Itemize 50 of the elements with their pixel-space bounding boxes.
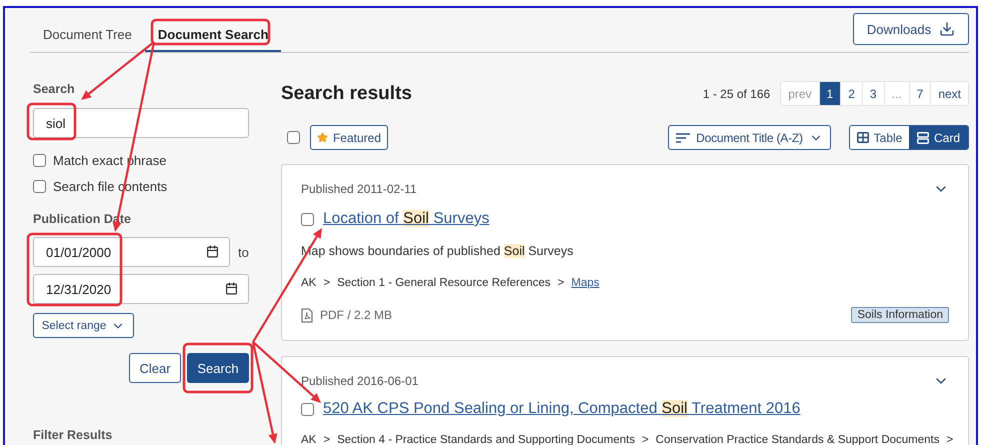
- breadcrumb-separator: >: [642, 433, 649, 445]
- star-icon: [317, 131, 328, 144]
- downloads-button[interactable]: Downloads: [853, 13, 969, 45]
- search-label: Search: [33, 81, 76, 97]
- view-toggle[interactable]: Card: [909, 126, 968, 149]
- checkbox[interactable]: [287, 131, 300, 144]
- highlight-frame: [26, 102, 76, 140]
- tab[interactable]: Document Search: [144, 19, 282, 52]
- download-icon: [939, 21, 956, 37]
- highlight-frame: [182, 342, 254, 394]
- breadcrumb-item: AK: [301, 433, 316, 445]
- sort-icon: [676, 132, 690, 142]
- published-date: Published 2016-06-01: [301, 374, 418, 388]
- breadcrumb-item: AK: [301, 276, 316, 291]
- calendar-icon: [225, 282, 238, 295]
- published-date: Published 2011-02-11: [301, 182, 417, 196]
- card-icon: [916, 132, 929, 144]
- sort-dropdown[interactable]: Document Title (A-Z): [668, 125, 831, 150]
- search-field[interactable]: siol: [33, 108, 249, 138]
- search-button[interactable]: Search: [187, 353, 249, 383]
- checkbox[interactable]: [33, 180, 46, 192]
- to-label: to: [238, 244, 249, 260]
- breadcrumb-separator: >: [323, 276, 330, 291]
- pdf-file-icon: [301, 308, 313, 322]
- select-range-dropdown[interactable]: Select range: [33, 313, 134, 338]
- results-heading: Search results: [281, 82, 412, 104]
- page-button[interactable]: 1: [818, 82, 840, 105]
- breadcrumb-separator: >: [323, 433, 330, 445]
- result-title-link[interactable]: Location of Soil Surveys: [323, 210, 490, 228]
- checkbox[interactable]: [301, 402, 314, 416]
- checkbox[interactable]: [33, 154, 46, 166]
- featured-button[interactable]: Featured: [310, 125, 388, 150]
- result-title-link[interactable]: 520 AK CPS Pond Sealing or Lining, Compacted Soil Treatment 2016: [323, 400, 800, 418]
- filter-results-heading: Filter Results: [33, 427, 114, 443]
- page-button[interactable]: next: [930, 82, 968, 105]
- tab[interactable]: Document Tree: [30, 19, 145, 52]
- breadcrumb-separator: >: [946, 433, 954, 445]
- clear-button[interactable]: Clear: [129, 353, 181, 383]
- category-tag: Soils Information: [851, 307, 949, 323]
- checkbox[interactable]: [301, 212, 314, 226]
- table-icon: [856, 132, 869, 143]
- calendar-icon: [206, 245, 219, 258]
- breadcrumb-item: Section 1 - General Resource References: [337, 276, 551, 291]
- view-toggle[interactable]: Table: [850, 126, 909, 149]
- breadcrumb-link[interactable]: Maps: [571, 275, 600, 291]
- file-info: PDF / 2.2 MB: [320, 308, 392, 322]
- results-count: 1 - 25 of 166: [702, 86, 770, 100]
- breadcrumb-separator: >: [558, 276, 564, 291]
- date-field[interactable]: 12/31/2020: [33, 274, 249, 304]
- date-field[interactable]: 01/01/2000: [33, 237, 230, 267]
